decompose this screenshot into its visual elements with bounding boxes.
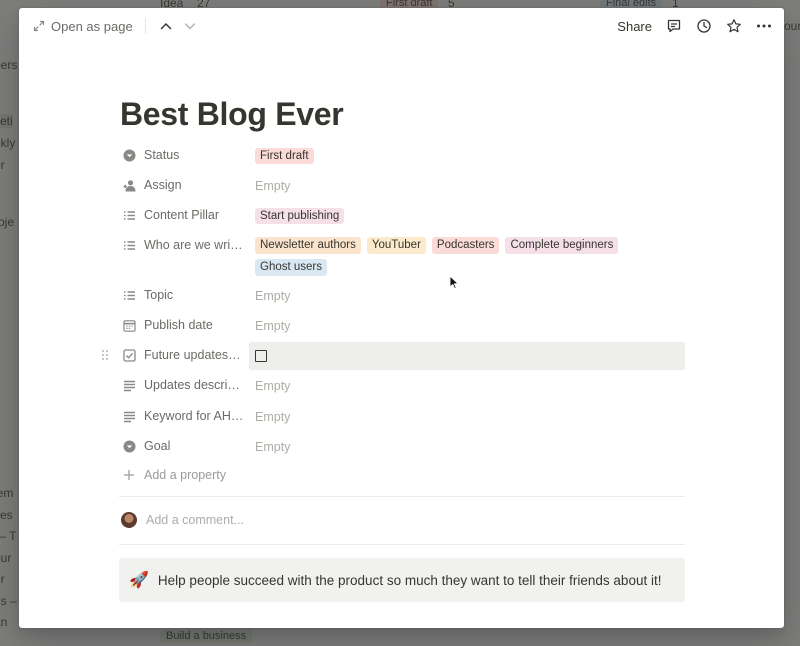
callout-text: Help people succeed with the product so … <box>157 572 662 588</box>
property-topic: Topic Empty <box>119 282 685 310</box>
comment-input[interactable] <box>146 513 446 527</box>
comment-composer <box>121 512 446 528</box>
page-title[interactable]: Best Blog Ever <box>120 96 344 133</box>
star-icon <box>727 19 741 33</box>
status-tag: First draft <box>255 147 314 165</box>
empty-placeholder: Empty <box>255 440 291 454</box>
comments-button[interactable] <box>666 18 682 34</box>
drag-handle-icon[interactable] <box>101 349 109 361</box>
expand-icon <box>33 20 45 32</box>
future-updates-checkbox[interactable] <box>255 350 267 362</box>
property-name: Topic <box>144 288 174 302</box>
text-lines-icon <box>124 380 135 392</box>
publish-date-value[interactable]: Empty <box>249 312 685 340</box>
empty-placeholder: Empty <box>255 379 291 393</box>
more-options-button[interactable] <box>756 18 772 34</box>
audience-tag: YouTuber <box>366 237 426 254</box>
property-assign: Assign Empty <box>119 172 685 200</box>
list-icon <box>124 291 135 300</box>
property-content-pillar: Content Pillar Start publishing <box>119 202 685 230</box>
empty-placeholder: Empty <box>255 179 291 193</box>
audience-tag: Complete beginners <box>505 237 619 254</box>
empty-placeholder: Empty <box>255 289 291 303</box>
property-label[interactable]: Content Pillar <box>119 202 249 230</box>
property-name: Updates descript... <box>144 378 244 392</box>
previous-page-button[interactable] <box>156 16 176 36</box>
text-lines-icon <box>124 411 135 423</box>
properties-divider <box>119 496 685 497</box>
property-label[interactable]: Updates descript... <box>119 372 249 400</box>
empty-placeholder: Empty <box>255 410 291 424</box>
updates-button[interactable] <box>696 18 712 34</box>
modal-topbar: Open as page Share <box>19 8 784 44</box>
page-peek-modal: Open as page Share Best Blog Ever Status… <box>19 8 784 628</box>
mouse-cursor-icon <box>449 275 459 290</box>
select-icon <box>123 440 136 453</box>
property-name: Assign <box>144 178 182 192</box>
property-keyword: Keyword for AHR... Empty <box>119 403 685 431</box>
callout-block[interactable]: 🚀 Help people succeed with the product s… <box>119 558 685 602</box>
checkbox-property-icon <box>123 349 136 362</box>
open-as-page-button[interactable]: Open as page <box>31 16 135 37</box>
property-label[interactable]: Assign <box>119 172 249 200</box>
property-name: Keyword for AHR... <box>144 409 244 423</box>
property-label[interactable]: Goal <box>119 433 249 461</box>
updates-description-value[interactable]: Empty <box>249 372 685 400</box>
property-label[interactable]: Publish date <box>119 312 249 340</box>
comment-icon <box>667 19 681 33</box>
topic-value[interactable]: Empty <box>249 282 685 310</box>
property-updates-description: Updates descript... Empty <box>119 372 685 400</box>
empty-placeholder: Empty <box>255 319 291 333</box>
property-name: Who are we writi... <box>144 238 244 252</box>
audience-tag: Ghost users <box>255 258 327 276</box>
property-label[interactable]: Keyword for AHR... <box>119 403 249 431</box>
topbar-divider <box>144 18 146 34</box>
property-label[interactable]: Topic <box>119 282 249 310</box>
clock-icon <box>697 19 711 33</box>
chevron-down-icon <box>184 23 195 30</box>
chevron-up-icon <box>160 22 171 30</box>
goal-value[interactable]: Empty <box>249 433 685 461</box>
plus-icon <box>124 470 134 480</box>
rocket-icon[interactable]: 🚀 <box>129 570 149 590</box>
property-name: Content Pillar <box>144 208 220 222</box>
keyword-value[interactable]: Empty <box>249 403 685 431</box>
property-label[interactable]: Who are we writi... <box>119 232 249 281</box>
property-publish-date: Publish date Empty <box>119 312 685 340</box>
property-status: Status First draft <box>119 142 685 170</box>
list-icon <box>124 241 135 250</box>
property-label[interactable]: Status <box>119 142 249 170</box>
open-as-page-label: Open as page <box>51 18 133 34</box>
property-label[interactable]: Future updates r... <box>119 342 249 370</box>
property-future-updates: Future updates r... <box>102 342 685 370</box>
content-pillar-value[interactable]: Start publishing <box>249 202 685 230</box>
person-icon <box>123 180 136 192</box>
future-updates-value <box>249 342 685 370</box>
property-name: Goal <box>144 439 171 453</box>
share-button[interactable]: Share <box>617 19 652 34</box>
status-value[interactable]: First draft <box>249 142 685 170</box>
topbar-actions: Share <box>617 18 772 34</box>
list-icon <box>124 211 135 220</box>
property-name: Future updates r... <box>144 348 244 362</box>
favorite-button[interactable] <box>726 18 742 34</box>
audience-value[interactable]: Newsletter authors YouTuber Podcasters C… <box>249 232 685 281</box>
assign-value[interactable]: Empty <box>249 172 685 200</box>
content-pillar-tag: Start publishing <box>255 207 345 225</box>
add-property-button[interactable]: Add a property <box>123 468 226 482</box>
audience-tag: Newsletter authors <box>255 237 361 254</box>
property-name: Publish date <box>144 318 213 332</box>
property-audience: Who are we writi... Newsletter authors Y… <box>119 232 685 281</box>
user-avatar <box>121 512 137 528</box>
comments-divider <box>119 544 685 545</box>
property-name: Status <box>144 148 180 162</box>
property-goal: Goal Empty <box>119 433 685 461</box>
add-property-label: Add a property <box>144 468 226 482</box>
next-page-button[interactable] <box>180 16 200 36</box>
audience-tag: Podcasters <box>431 237 500 254</box>
select-icon <box>123 149 136 162</box>
ellipsis-icon <box>757 24 771 28</box>
calendar-icon <box>123 320 136 332</box>
